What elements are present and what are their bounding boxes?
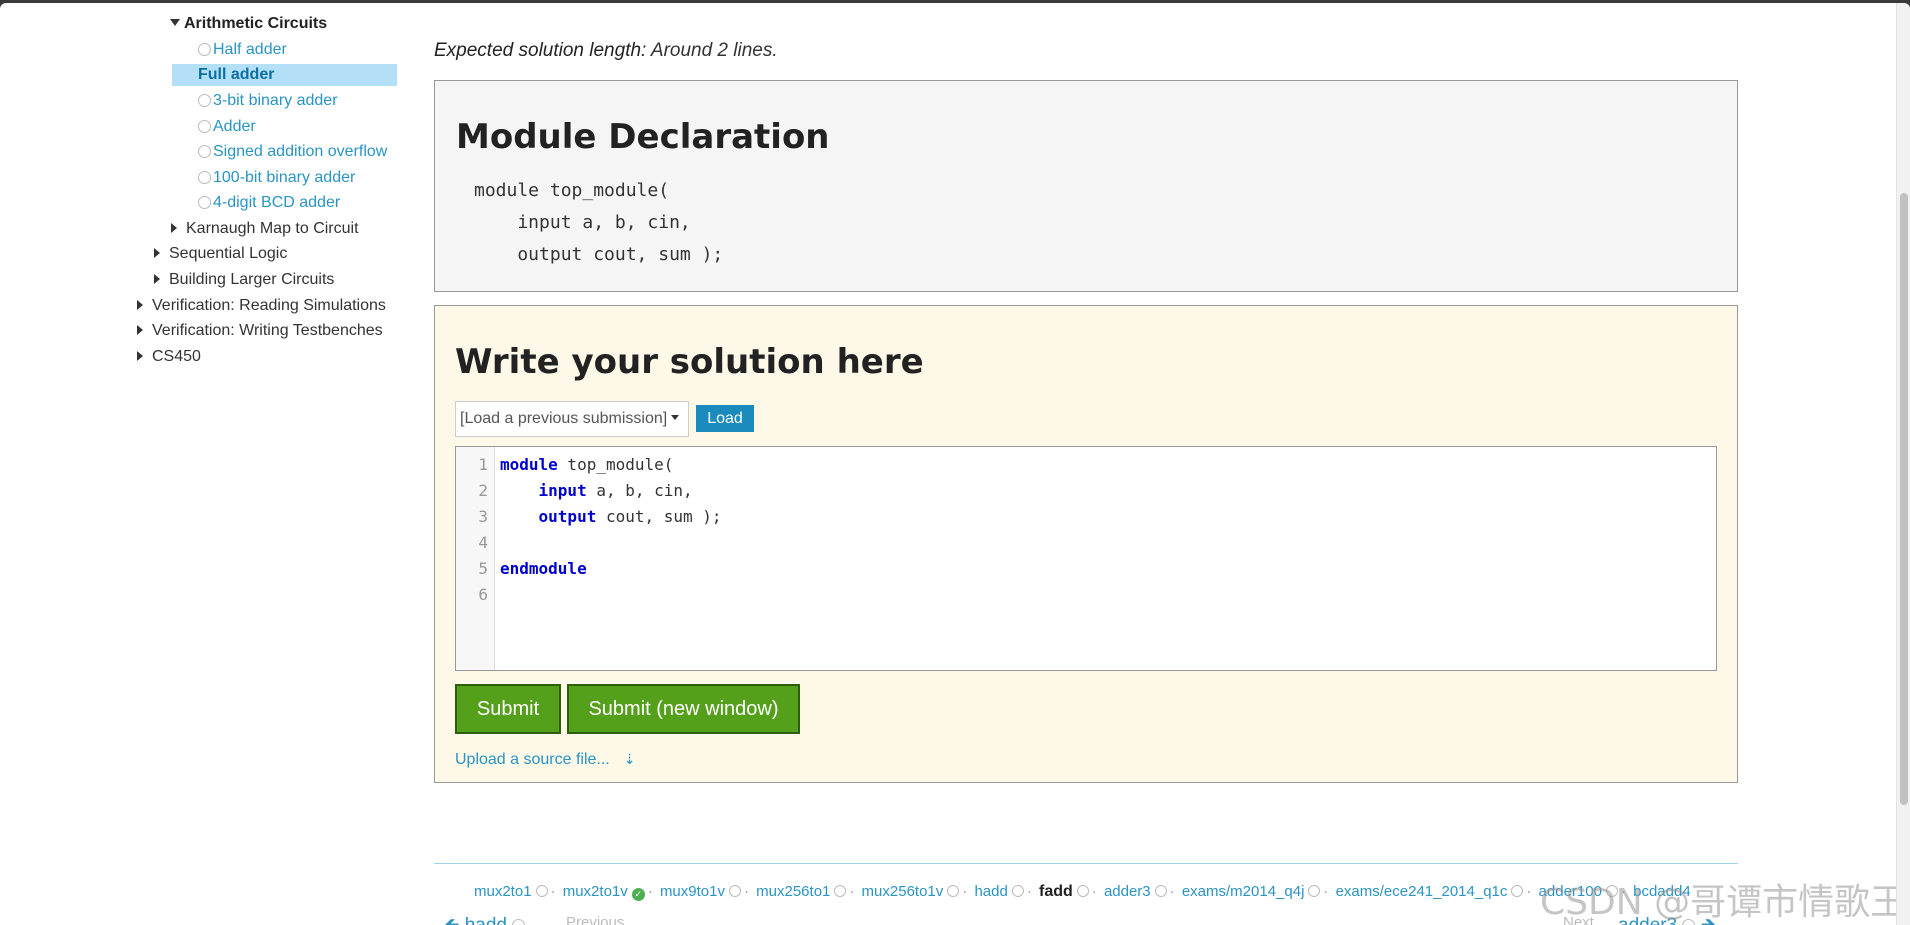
module-declaration-box: Module Declaration module top_module( in… — [434, 80, 1738, 292]
status-circle-icon — [198, 43, 211, 56]
status-circle-icon — [512, 919, 526, 925]
collapsed-triangle-icon — [137, 300, 143, 310]
collapsed-triangle-icon — [171, 223, 177, 233]
expanded-triangle-icon — [170, 19, 180, 26]
code-line: module top_module( — [500, 455, 674, 474]
sidebar-item-verification-reading[interactable]: Verification: Reading Simulations — [137, 295, 386, 317]
caret-down-icon — [671, 415, 680, 420]
collapsed-triangle-icon — [137, 325, 143, 335]
line-number: 6 — [478, 585, 488, 604]
problem-link[interactable]: mux2to1v — [563, 883, 628, 900]
previous-problem-link[interactable]: 🡸 hadd — [444, 911, 526, 925]
upload-source-link[interactable]: Upload a source file... ⇣ — [455, 751, 635, 769]
status-circle-icon — [1076, 885, 1089, 897]
double-chevron-down-icon: ⇣ — [623, 751, 636, 767]
code-line: endmodule — [500, 559, 587, 578]
status-circle-icon — [1154, 885, 1167, 897]
sidebar-item-full-adder[interactable]: Full adder — [172, 64, 397, 86]
status-circle-icon — [1011, 885, 1024, 897]
sidebar-item-signed-addition-overflow[interactable]: Signed addition overflow — [198, 141, 387, 163]
code-editor[interactable]: 1 2 3 4 5 6 module top_module( input a, … — [455, 446, 1717, 671]
status-circle-icon — [834, 885, 847, 897]
vertical-scrollbar[interactable] — [1896, 3, 1910, 925]
problem-link[interactable]: exams/m2014_q4j — [1182, 883, 1305, 900]
line-number: 5 — [478, 559, 488, 578]
code-line: output cout, sum ); — [538, 507, 722, 526]
problem-link[interactable]: mux2to1 — [474, 883, 532, 900]
problem-link[interactable]: mux9to1v — [660, 883, 725, 900]
collapsed-triangle-icon — [137, 351, 143, 361]
module-declaration-title: Module Declaration — [456, 117, 830, 157]
problem-link[interactable]: exams/ece241_2014_q1c — [1336, 883, 1508, 900]
sidebar-item-adder[interactable]: Adder — [198, 116, 256, 138]
sidebar-item-3-bit-binary-adder[interactable]: 3-bit binary adder — [198, 90, 338, 112]
status-circle-icon — [1308, 885, 1321, 897]
bottom-divider — [434, 863, 1738, 864]
status-circle-icon — [198, 120, 211, 133]
sidebar-item-building-larger-circuits[interactable]: Building Larger Circuits — [154, 269, 334, 291]
problem-link[interactable]: adder3 — [1104, 883, 1151, 900]
check-icon: ✓ — [631, 888, 645, 901]
collapsed-triangle-icon — [154, 274, 160, 284]
line-number-gutter: 1 2 3 4 5 6 — [456, 447, 495, 670]
solution-title: Write your solution here — [455, 342, 924, 382]
sidebar-item-verification-writing[interactable]: Verification: Writing Testbenches — [137, 320, 383, 342]
submit-button[interactable]: Submit — [455, 684, 561, 734]
problem-navigation: mux2to1 · mux2to1v ✓ · mux9to1v · mux256to1 ·… — [474, 883, 1691, 901]
current-problem: fadd — [1038, 883, 1073, 900]
submit-new-window-button[interactable]: Submit (new window) — [567, 684, 800, 734]
line-number: 1 — [478, 455, 488, 474]
code-line: input a, b, cin, — [538, 481, 693, 500]
status-circle-icon — [198, 145, 211, 158]
line-number: 4 — [478, 533, 488, 552]
sidebar-item-4-digit-bcd-adder[interactable]: 4-digit BCD adder — [198, 192, 340, 214]
status-circle-icon — [1511, 885, 1524, 897]
previous-label: Previous — [566, 914, 625, 925]
browser-window: Arithmetic Circuits Half adder Full adde… — [0, 3, 1910, 925]
sidebar-item-karnaugh-map[interactable]: Karnaugh Map to Circuit — [171, 218, 359, 240]
problem-link[interactable]: hadd — [974, 883, 1007, 900]
line-number: 2 — [478, 481, 488, 500]
arrow-left-icon: 🡸 — [444, 915, 459, 925]
previous-submission-select[interactable]: [Load a previous submission] — [455, 401, 689, 437]
status-circle-icon — [198, 94, 211, 107]
status-circle-icon — [728, 885, 741, 897]
solution-box: Write your solution here [Load a previou… — [434, 305, 1738, 783]
collapsed-triangle-icon — [154, 248, 160, 258]
watermark: CSDN @哥谭市情歌王 — [1540, 882, 1907, 923]
problem-link[interactable]: mux256to1 — [756, 883, 830, 900]
line-number: 3 — [478, 507, 488, 526]
sidebar-item-half-adder[interactable]: Half adder — [198, 39, 287, 61]
scrollbar-thumb[interactable] — [1900, 193, 1908, 805]
problem-link[interactable]: mux256to1v — [862, 883, 944, 900]
sidebar-item-100-bit-binary-adder[interactable]: 100-bit binary adder — [198, 167, 355, 189]
status-circle-icon — [198, 171, 211, 184]
sidebar-nav: Arithmetic Circuits Half adder Full adde… — [0, 3, 420, 403]
status-circle-icon — [535, 885, 548, 897]
module-declaration-code: module top_module( input a, b, cin, outp… — [474, 180, 724, 265]
load-button[interactable]: Load — [696, 405, 754, 432]
status-circle-icon — [947, 885, 960, 897]
sidebar-section-arithmetic-circuits[interactable]: Arithmetic Circuits — [170, 13, 327, 35]
status-circle-icon — [198, 196, 211, 209]
sidebar-item-cs450[interactable]: CS450 — [137, 346, 201, 368]
sidebar-item-sequential-logic[interactable]: Sequential Logic — [154, 243, 287, 265]
expected-solution-length: Expected solution length: Around 2 lines… — [434, 40, 778, 61]
